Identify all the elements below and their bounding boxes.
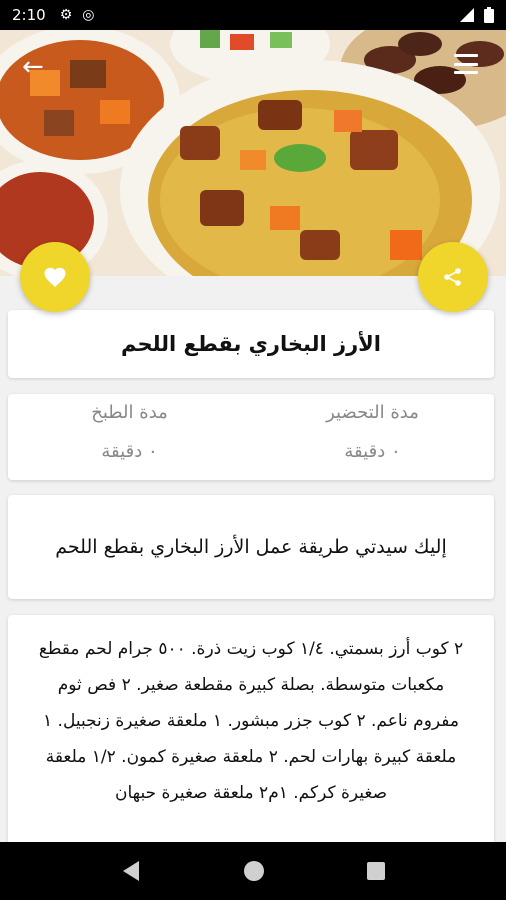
recipe-title-card: الأرز البخاري بقطع اللحم: [8, 310, 494, 378]
cook-time: مدة الطبخ ٠ دقيقة: [8, 394, 251, 480]
cook-time-value: ٠ دقيقة: [101, 441, 158, 462]
sync-icon: ◎: [82, 7, 95, 23]
recipe-intro: إليك سيدتي طريقة عمل الأرز البخاري بقطع …: [55, 536, 447, 558]
back-arrow-icon[interactable]: ←: [22, 52, 44, 82]
ingredients-card: ٢ كوب أرز بسمتي. ١/٤ كوب زيت ذرة. ٥٠٠ جر…: [8, 615, 494, 875]
cook-time-label: مدة الطبخ: [91, 402, 168, 423]
share-button[interactable]: [418, 242, 488, 312]
favorite-button[interactable]: [20, 242, 90, 312]
status-time: 2:10: [12, 6, 46, 24]
nav-recents-icon[interactable]: [367, 862, 385, 880]
menu-icon[interactable]: [454, 54, 478, 74]
recipe-title: الأرز البخاري بقطع اللحم: [120, 332, 382, 356]
nav-back-icon[interactable]: [121, 860, 141, 882]
settings-icon: ⚙: [59, 7, 73, 23]
prep-time-value: ٠ دقيقة: [344, 441, 401, 462]
battery-icon: [484, 7, 494, 23]
intro-card: إليك سيدتي طريقة عمل الأرز البخاري بقطع …: [8, 495, 494, 599]
nav-home-icon[interactable]: [243, 860, 265, 882]
heart-icon: [44, 267, 66, 287]
time-card: مدة التحضير ٠ دقيقة مدة الطبخ ٠ دقيقة: [8, 394, 494, 480]
recipe-ingredients: ٢ كوب أرز بسمتي. ١/٤ كوب زيت ذرة. ٥٠٠ جر…: [38, 639, 464, 803]
prep-time: مدة التحضير ٠ دقيقة: [251, 394, 494, 480]
prep-time-label: مدة التحضير: [326, 402, 419, 423]
share-icon: [444, 268, 461, 286]
navigation-bar: [0, 842, 506, 900]
status-bar: 2:10 ⚙ ◎: [0, 0, 506, 30]
recipe-image: [0, 30, 506, 276]
signal-icon: [460, 8, 474, 22]
